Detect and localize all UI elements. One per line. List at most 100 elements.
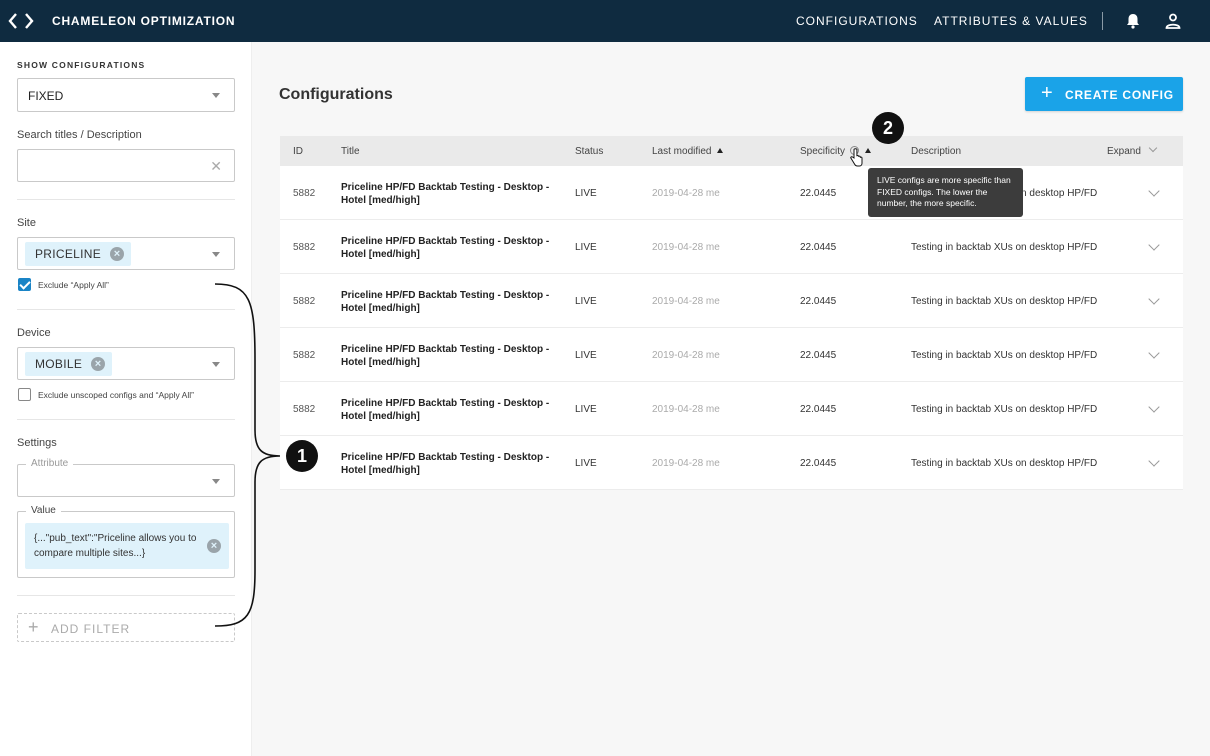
- cell-description: Testing in backtab XUs on desktop HP/FD: [911, 458, 1098, 469]
- cell-status: LIVE: [575, 296, 597, 307]
- cell-status: LIVE: [575, 242, 597, 253]
- cell-status: LIVE: [575, 350, 597, 361]
- hand-cursor-icon: [850, 148, 863, 167]
- cell-specificity: 22.0445: [800, 458, 837, 469]
- cell-id: 5882: [293, 350, 316, 361]
- col-id[interactable]: ID: [293, 146, 303, 157]
- sort-up-icon[interactable]: [865, 148, 872, 153]
- expand-chevron-icon[interactable]: [1148, 239, 1160, 251]
- expand-chevron-icon[interactable]: [1148, 455, 1160, 467]
- col-status[interactable]: Status: [575, 146, 603, 157]
- cell-specificity: 22.0445: [800, 296, 837, 307]
- remove-chip-icon[interactable]: ×: [91, 357, 106, 371]
- cell-last-modified: 2019-04-28 me: [652, 188, 720, 199]
- cell-title: Priceline HP/FD Backtab Testing - Deskto…: [341, 344, 550, 368]
- cell-title: Priceline HP/FD Backtab Testing - Deskto…: [341, 452, 550, 476]
- user-icon[interactable]: [1164, 12, 1182, 30]
- cell-description: Testing in backtab XUs on desktop HP/FD: [911, 350, 1098, 361]
- cell-specificity: 22.0445: [800, 404, 837, 415]
- divider: [17, 419, 235, 420]
- table-row[interactable]: 5882 Priceline HP/FD Backtab Testing - D…: [280, 382, 1183, 436]
- chevron-down-icon: [212, 93, 220, 98]
- col-expand[interactable]: Expand: [1107, 146, 1141, 157]
- nav-attributes-values[interactable]: ATTRIBUTES & VALUES: [934, 14, 1088, 28]
- table-row[interactable]: 5882 Priceline HP/FD Backtab Testing - D…: [280, 166, 1183, 220]
- expand-chevron-icon[interactable]: [1148, 401, 1160, 413]
- expand-chevron-icon[interactable]: [1148, 293, 1160, 305]
- attribute-select[interactable]: Attribute: [17, 458, 235, 497]
- device-chip-label: MOBILE: [35, 357, 83, 371]
- search-input[interactable]: ✕: [17, 149, 235, 182]
- cell-description: Testing in backtab XUs on desktop HP/FD: [911, 404, 1098, 415]
- create-config-button[interactable]: + CREATE CONFIG: [1025, 77, 1183, 111]
- site-chip[interactable]: PRICELINE ×: [25, 242, 132, 266]
- cell-id: 5882: [293, 404, 316, 415]
- col-title[interactable]: Title: [341, 146, 360, 157]
- value-label: Value: [26, 505, 61, 516]
- sort-up-icon[interactable]: [717, 148, 724, 153]
- cell-title: Priceline HP/FD Backtab Testing - Deskto…: [341, 398, 550, 422]
- site-select[interactable]: PRICELINE ×: [17, 237, 235, 270]
- col-last-modified-label: Last modified: [652, 146, 712, 157]
- annotation-badge-1: 1: [286, 440, 318, 472]
- col-specificity-label: Specificity: [800, 146, 846, 157]
- cell-last-modified: 2019-04-28 me: [652, 458, 720, 469]
- top-bar: CHAMELEON OPTIMIZATION CONFIGURATIONS AT…: [0, 0, 1210, 42]
- device-chip[interactable]: MOBILE ×: [25, 352, 113, 376]
- page-title: Configurations: [279, 86, 393, 103]
- site-chip-label: PRICELINE: [35, 247, 102, 261]
- table-row[interactable]: 5882 Priceline HP/FD Backtab Testing - D…: [280, 328, 1183, 382]
- annotation-badge-2: 2: [872, 112, 904, 144]
- cell-title: Priceline HP/FD Backtab Testing - Deskto…: [341, 236, 550, 260]
- cell-id: 5882: [293, 188, 316, 199]
- chevron-down-icon[interactable]: [1148, 143, 1158, 153]
- remove-chip-icon[interactable]: ×: [110, 247, 125, 261]
- table-row[interactable]: 5882 Priceline HP/FD Backtab Testing - D…: [280, 436, 1183, 490]
- value-field[interactable]: Value {..."pub_text":"Priceline allows y…: [17, 505, 235, 578]
- divider: [17, 595, 235, 596]
- show-configurations-label: SHOW CONFIGURATIONS: [17, 60, 146, 70]
- value-chip[interactable]: {..."pub_text":"Priceline allows you to …: [25, 523, 229, 569]
- value-text: {..."pub_text":"Priceline allows you to …: [34, 533, 197, 559]
- expand-chevron-icon[interactable]: [1148, 347, 1160, 359]
- table-row[interactable]: 5882 Priceline HP/FD Backtab Testing - D…: [280, 220, 1183, 274]
- cell-last-modified: 2019-04-28 me: [652, 296, 720, 307]
- attribute-label: Attribute: [26, 458, 74, 469]
- table-row[interactable]: 5882 Priceline HP/FD Backtab Testing - D…: [280, 274, 1183, 328]
- col-description[interactable]: Description: [911, 146, 961, 157]
- cell-last-modified: 2019-04-28 me: [652, 242, 720, 253]
- cell-title: Priceline HP/FD Backtab Testing - Deskto…: [341, 290, 550, 314]
- site-label: Site: [17, 217, 36, 229]
- device-exclude-checkbox[interactable]: [18, 388, 31, 401]
- bell-icon[interactable]: [1124, 12, 1142, 30]
- add-filter-button[interactable]: + ADD FILTER: [17, 613, 235, 642]
- cell-last-modified: 2019-04-28 me: [652, 350, 720, 361]
- cell-specificity: 22.0445: [800, 350, 837, 361]
- divider: [17, 199, 235, 200]
- create-config-label: CREATE CONFIG: [1065, 88, 1174, 102]
- annotation-brace: [214, 283, 281, 627]
- site-exclude-label: Exclude “Apply All”: [38, 280, 109, 290]
- site-exclude-checkbox[interactable]: [18, 278, 31, 291]
- show-configurations-select[interactable]: FIXED: [17, 78, 235, 112]
- cell-status: LIVE: [575, 188, 597, 199]
- show-configurations-value: FIXED: [28, 89, 64, 103]
- code-logo-icon[interactable]: [8, 11, 34, 31]
- settings-label: Settings: [17, 437, 57, 449]
- device-exclude-label: Exclude unscoped configs and “Apply All”: [38, 390, 194, 400]
- plus-icon: +: [1041, 82, 1053, 104]
- device-select[interactable]: MOBILE ×: [17, 347, 235, 380]
- cell-id: 5882: [293, 242, 316, 253]
- search-label: Search titles / Description: [17, 129, 142, 141]
- nav-configurations[interactable]: CONFIGURATIONS: [796, 14, 918, 28]
- cell-description: Testing in backtab XUs on desktop HP/FD: [911, 242, 1098, 253]
- cell-title: Priceline HP/FD Backtab Testing - Deskto…: [341, 182, 550, 206]
- expand-chevron-icon[interactable]: [1148, 185, 1160, 197]
- clear-icon[interactable]: ✕: [210, 159, 222, 173]
- cell-status: LIVE: [575, 458, 597, 469]
- cell-description: Testing in backtab XUs on desktop HP/FD: [911, 296, 1098, 307]
- chevron-down-icon: [212, 252, 220, 257]
- cell-specificity: 22.0445: [800, 242, 837, 253]
- plus-icon: +: [28, 617, 39, 637]
- col-last-modified[interactable]: Last modified: [652, 146, 724, 157]
